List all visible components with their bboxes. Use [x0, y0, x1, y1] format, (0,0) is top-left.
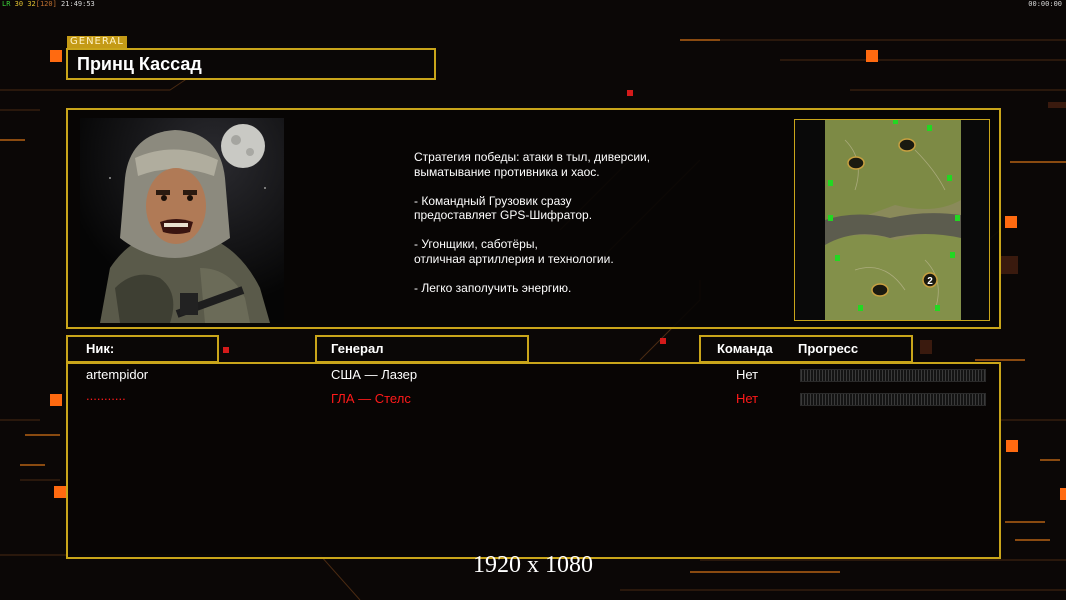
- player-progress-bar: [800, 393, 986, 406]
- team-progress-header: Команда Прогресс: [699, 335, 913, 363]
- player-team: Нет: [736, 367, 759, 382]
- player-nick: ...........: [86, 388, 126, 403]
- player-nick: artempidor: [86, 367, 149, 382]
- player-general: ГЛА — Стелс: [331, 391, 411, 406]
- player-general: США — Лазер: [331, 367, 418, 382]
- resolution-label: 1920 x 1080: [473, 552, 593, 578]
- team-header-label: Команда: [717, 341, 773, 356]
- fps-value: 30: [14, 0, 24, 8]
- game-timer: 00:00:00: [1028, 0, 1062, 8]
- hud-left-label: LR: [2, 0, 11, 8]
- player-progress-bar: [800, 369, 986, 382]
- general-portrait: [80, 118, 284, 323]
- progress-header-label: Прогресс: [798, 341, 859, 356]
- general-header: Генерал: [315, 335, 529, 363]
- max-fps-value: [120]: [35, 0, 57, 8]
- general-tag: GENERAL: [67, 36, 127, 48]
- players-list: artempidor США — Лазер Нет ........... Г…: [66, 362, 1001, 559]
- player-row: artempidor США — Лазер Нет: [68, 366, 999, 384]
- general-info-panel: Стратегия победы: атаки в тыл, диверсии,…: [66, 108, 1001, 329]
- general-name: Принц Кассад: [77, 54, 202, 74]
- target-fps-value: 32: [27, 0, 36, 8]
- general-name-box: Принц Кассад: [66, 48, 436, 80]
- general-header-label: Генерал: [331, 341, 384, 356]
- player-row: ........... ГЛА — Стелс Нет: [68, 388, 999, 408]
- player-team: Нет: [736, 391, 759, 406]
- clock: 21:49:53: [61, 0, 95, 8]
- fps-counter: LR 30 32[120] 21:49:53: [2, 0, 95, 8]
- nick-header-label: Ник:: [86, 341, 115, 356]
- general-description: Стратегия победы: атаки в тыл, диверсии,…: [414, 150, 651, 295]
- map-preview[interactable]: 2: [794, 119, 990, 321]
- start-position-2-label: 2: [927, 276, 933, 287]
- nick-header: Ник:: [66, 335, 219, 363]
